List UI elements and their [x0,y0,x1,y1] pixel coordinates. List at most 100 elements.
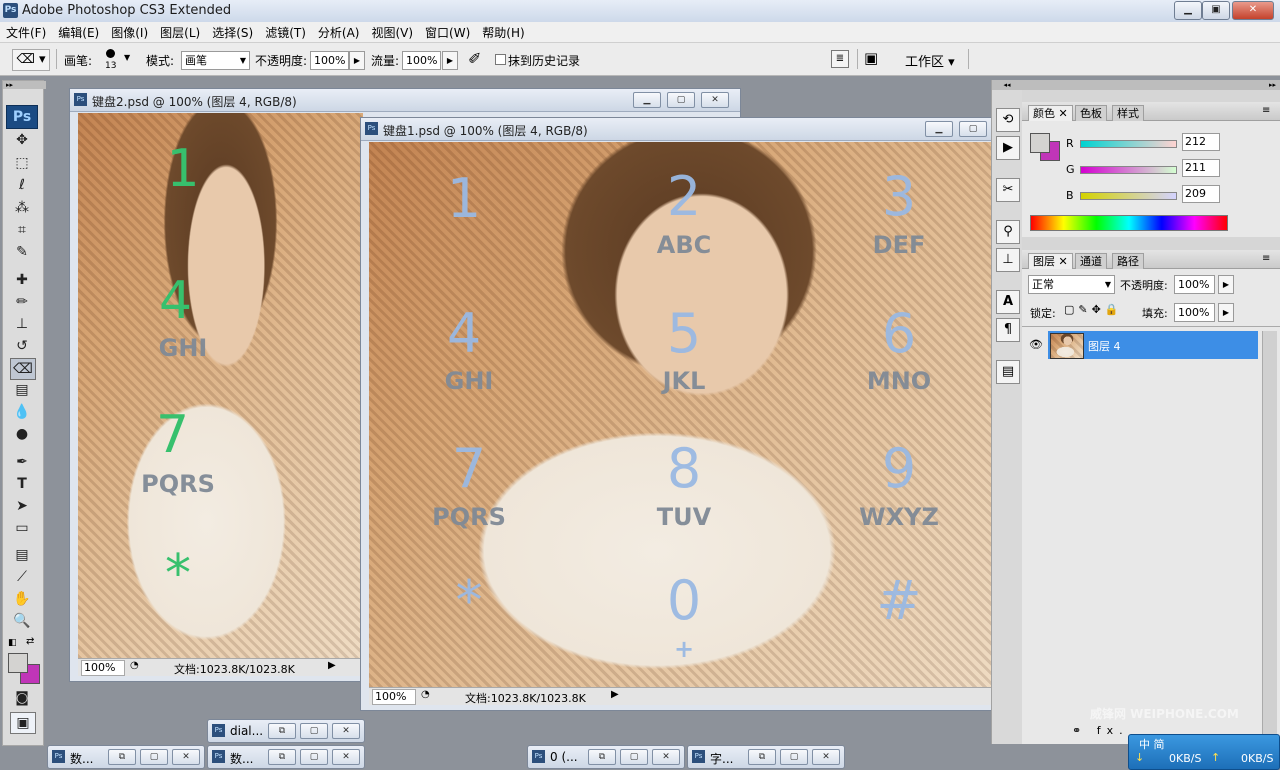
brush-tool-icon[interactable]: ✏ [10,292,34,312]
eyedropper-tool-icon[interactable]: ⟋ [10,567,34,587]
doc-restore-button[interactable]: ⧉ [268,723,296,739]
tab-styles[interactable]: 样式 [1112,105,1144,121]
tool-presets-icon[interactable]: ✂ [996,178,1020,202]
doc-maximize-button[interactable]: ▢ [140,749,168,765]
r-value[interactable]: 212 [1182,133,1220,151]
clone-source-icon[interactable]: ⊥ [996,248,1020,272]
flow-slider-button[interactable]: ▶ [442,51,458,70]
healing-brush-tool-icon[interactable]: ✚ [10,270,34,290]
panel-menu-icon[interactable]: ≡ [1262,105,1270,116]
paragraph-panel-icon[interactable]: ¶ [996,318,1020,342]
net-speed-widget[interactable]: 中 简 ↓ 0KB/S ↑ 0KB/S [1128,734,1280,770]
color-ramp[interactable] [1030,215,1228,231]
doc-maximize-button[interactable]: ▢ [667,92,695,108]
document-canvas[interactable]: 1 4 GHI 7 PQRS * [78,113,363,658]
brush-picker[interactable]: 13 ▼ [100,45,132,73]
doc-restore-button[interactable]: ⧉ [588,749,616,765]
close-button[interactable]: ✕ [1232,1,1274,20]
doc-maximize-button[interactable]: ▢ [300,723,328,739]
actions-panel-icon[interactable]: ▶ [996,136,1020,160]
doc-maximize-button[interactable]: ▢ [959,121,987,137]
menu-image[interactable]: 图像(I) [105,22,154,43]
g-slider[interactable] [1080,166,1177,174]
doc-close-button[interactable]: ✕ [652,749,680,765]
doc-close-button[interactable]: ✕ [332,749,360,765]
gradient-tool-icon[interactable]: ▤ [10,380,34,400]
doc-restore-button[interactable]: ⧉ [268,749,296,765]
zoom-field[interactable]: 100% [81,660,125,676]
status-menu-icon[interactable]: ◔ [421,689,430,700]
palette-well-icon[interactable]: ≣ [831,50,849,68]
default-colors-icon[interactable]: ◧ [8,638,17,648]
quick-mask-icon[interactable]: ◙ [10,688,34,708]
lasso-tool-icon[interactable]: ℓ [10,175,34,195]
clone-stamp-tool-icon[interactable]: ⊥ [10,314,34,334]
b-slider[interactable] [1080,192,1177,200]
g-value[interactable]: 211 [1182,159,1220,177]
blend-mode-select[interactable]: 正常 ▼ [1028,275,1115,294]
menu-edit[interactable]: 编辑(E) [52,22,105,43]
document-window-keypad1[interactable]: Ps 键盘1.psd @ 100% (图层 4, RGB/8) ▁ ▢ 1 2 … [360,117,1020,711]
menu-analysis[interactable]: 分析(A) [312,22,366,43]
menu-view[interactable]: 视图(V) [365,22,419,43]
marquee-tool-icon[interactable]: ⬚ [10,153,34,173]
layer-opacity-field[interactable]: 100% [1174,275,1215,294]
history-panel-icon[interactable]: ⟲ [996,108,1020,132]
hand-tool-icon[interactable]: ✋ [10,589,34,609]
minimized-doc[interactable]: Ps 数... ⧉ ▢ ✕ [47,745,205,769]
pen-tool-icon[interactable]: ✒ [10,452,34,472]
erase-history-checkbox[interactable] [495,54,506,65]
opacity-field[interactable]: 100% [310,51,349,70]
maximize-button[interactable]: ▣ [1202,1,1230,20]
doc-minimize-button[interactable]: ▁ [633,92,661,108]
tab-swatches[interactable]: 色板 [1075,105,1107,121]
document-titlebar[interactable]: Ps 键盘1.psd @ 100% (图层 4, RGB/8) ▁ ▢ [361,118,1019,141]
color-foreground-swatch[interactable] [1030,133,1050,153]
doc-close-button[interactable]: ✕ [172,749,200,765]
lock-icons[interactable]: ▢✎✥🔒 [1064,303,1123,316]
tab-layers[interactable]: 图层 ✕ [1028,253,1073,269]
eye-visibility-icon[interactable]: 👁 [1026,331,1046,359]
dodge-tool-icon[interactable]: ● [10,424,34,444]
brushes-panel-icon[interactable]: ⚲ [996,220,1020,244]
layer-name[interactable]: 图层 4 [1088,338,1121,354]
move-tool-icon[interactable]: ✥ [10,130,34,150]
eraser-tool-icon[interactable]: ⌫ [10,358,36,380]
minimized-doc[interactable]: Ps 字... ⧉ ▢ ✕ [687,745,845,769]
doc-minimize-button[interactable]: ▁ [925,121,953,137]
tab-color[interactable]: 颜色 ✕ [1028,105,1073,121]
toolbox-grip[interactable]: ▸▸ [3,81,46,89]
layer-opacity-slider-button[interactable]: ▶ [1218,275,1234,294]
mode-select[interactable]: 画笔 ▼ [181,51,250,70]
flow-field[interactable]: 100% [402,51,441,70]
layers-scrollbar[interactable] [1262,331,1277,736]
minimized-doc[interactable]: Ps 数... ⧉ ▢ ✕ [207,745,365,769]
crop-tool-icon[interactable]: ⌗ [10,220,34,240]
photoshop-logo[interactable]: Ps [6,105,38,129]
path-selection-tool-icon[interactable]: ➤ [10,496,34,516]
minimized-doc[interactable]: Ps 0 (... ⧉ ▢ ✕ [527,745,685,769]
doc-restore-button[interactable]: ⧉ [108,749,136,765]
foreground-color-swatch[interactable] [8,653,28,673]
eraser-tool-preset-icon[interactable]: ⌫ ▾ [12,49,50,71]
menu-select[interactable]: 选择(S) [206,22,259,43]
menu-filter[interactable]: 滤镜(T) [259,22,312,43]
panel-menu-icon[interactable]: ≡ [1262,253,1270,264]
history-brush-tool-icon[interactable]: ↺ [10,336,34,356]
doc-close-button[interactable]: ✕ [332,723,360,739]
layer-row-selected[interactable]: 图层 4 [1048,331,1258,359]
zoom-tool-icon[interactable]: 🔍 [10,611,34,631]
opacity-slider-button[interactable]: ▶ [349,51,365,70]
menu-help[interactable]: 帮助(H) [476,22,530,43]
doc-maximize-button[interactable]: ▢ [620,749,648,765]
tab-channels[interactable]: 通道 [1075,253,1107,269]
fill-field[interactable]: 100% [1174,303,1215,322]
doc-close-button[interactable]: ✕ [812,749,840,765]
blur-tool-icon[interactable]: 💧 [10,402,34,422]
swap-colors-icon[interactable]: ⇄ [26,636,34,647]
status-arrow-icon[interactable]: ▶ [328,660,336,671]
menu-file[interactable]: 文件(F) [0,22,52,43]
layer-comps-icon[interactable]: ▤ [996,360,1020,384]
rectangle-tool-icon[interactable]: ▭ [10,518,34,538]
doc-maximize-button[interactable]: ▢ [780,749,808,765]
